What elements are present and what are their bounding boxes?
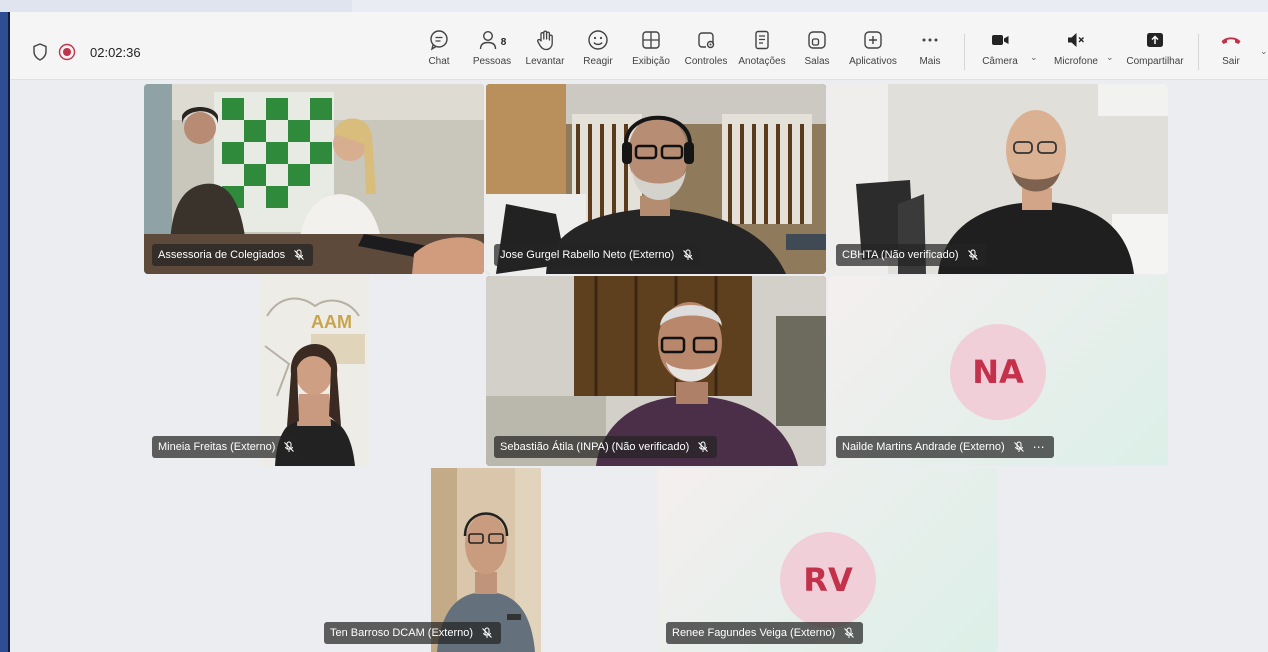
mic-off-icon <box>843 627 855 639</box>
camera-options-chevron-icon[interactable]: ⌄ <box>1030 52 1038 63</box>
participant-tile[interactable]: Assessoria de Colegiados <box>144 84 484 274</box>
hang-up-icon <box>1219 29 1243 56</box>
participant-tile[interactable]: Sebastião Átila (INPA) (Não verificado) <box>486 276 826 466</box>
chat-button[interactable]: Chat <box>422 29 456 67</box>
notes-icon <box>751 29 773 56</box>
camera-button[interactable]: Câmera <box>976 30 1024 67</box>
toolbar-separator <box>1198 34 1199 70</box>
participant-tile[interactable]: CBHTA (Não verificado) <box>828 84 1168 274</box>
rooms-button[interactable]: Salas <box>800 30 834 67</box>
share-icon <box>1144 29 1166 56</box>
raise-hand-button[interactable]: Levantar <box>522 30 568 67</box>
leave-button[interactable]: Sair <box>1216 30 1246 67</box>
meeting-toolbar: 02:02:36 Chat 8 Pessoas Levantar Reagir … <box>10 12 1268 80</box>
camera-icon <box>989 29 1011 56</box>
participant-avatar: NA <box>950 324 1046 420</box>
raise-hand-label: Levantar <box>525 56 565 67</box>
participant-more-icon[interactable]: ⋯ <box>1033 440 1046 454</box>
view-button[interactable]: Exibição <box>630 30 672 67</box>
controls-button[interactable]: Controles <box>682 30 730 67</box>
share-button[interactable]: Compartilhar <box>1124 30 1186 67</box>
desktop-left-edge <box>0 12 10 652</box>
participant-name: Nailde Martins Andrade (Externo) <box>842 441 1005 453</box>
rooms-label: Salas <box>804 56 830 67</box>
participant-tile[interactable]: Jose Gurgel Rabello Neto (Externo) <box>486 84 826 274</box>
microphone-button[interactable]: Microfone <box>1048 30 1104 67</box>
more-icon <box>919 29 941 56</box>
participant-name-tag: CBHTA (Não verificado) <box>836 244 987 266</box>
chat-label: Chat <box>428 56 450 67</box>
view-label: Exibição <box>632 56 670 67</box>
participant-name: Sebastião Átila (INPA) (Não verificado) <box>500 441 690 453</box>
apps-label: Aplicativos <box>849 56 897 67</box>
recording-icon <box>58 43 76 61</box>
notes-label: Anotações <box>738 56 786 67</box>
view-icon <box>640 29 662 56</box>
people-label: Pessoas <box>472 56 512 67</box>
mic-off-icon <box>697 441 709 453</box>
controls-icon <box>695 29 717 56</box>
people-button[interactable]: 8 Pessoas <box>470 30 514 67</box>
chat-icon <box>428 29 450 56</box>
microphone-options-chevron-icon[interactable]: ⌄ <box>1106 52 1114 63</box>
leave-options-chevron-icon[interactable]: ⌄ <box>1260 46 1268 57</box>
desktop-top-bar-left <box>0 0 352 12</box>
react-icon <box>587 29 609 56</box>
meeting-timer: 02:02:36 <box>90 44 141 60</box>
people-count: 8 <box>500 36 507 48</box>
camera-label: Câmera <box>982 56 1018 67</box>
react-button[interactable]: Reagir <box>580 29 616 67</box>
participant-name-tag: Mineia Freitas (Externo) <box>152 436 304 458</box>
mic-off-icon <box>293 249 305 261</box>
notes-button[interactable]: Anotações <box>736 30 788 67</box>
mic-off-icon <box>283 441 295 453</box>
speaker-muted-icon <box>1065 29 1087 56</box>
mic-off-icon <box>967 249 979 261</box>
apps-icon <box>862 29 884 56</box>
mic-off-icon <box>1013 441 1025 453</box>
mic-off-icon <box>682 249 694 261</box>
participant-tile[interactable]: Ten Barroso DCAM (Externo) <box>316 468 656 652</box>
participant-name-tag: Nailde Martins Andrade (Externo) ⋯ <box>836 436 1054 458</box>
participant-name: CBHTA (Não verificado) <box>842 249 959 261</box>
microphone-label: Microfone <box>1054 56 1098 67</box>
participant-name: Renee Fagundes Veiga (Externo) <box>672 627 836 639</box>
meeting-status: 02:02:36 <box>32 42 141 62</box>
video-gallery: Assessoria de Colegiados Jose Gurgel Rab… <box>10 80 1268 652</box>
teams-meeting-window: 02:02:36 Chat 8 Pessoas Levantar Reagir … <box>10 12 1268 652</box>
participant-tile[interactable]: RV Renee Fagundes Veiga (Externo) <box>658 468 998 652</box>
participant-name: Jose Gurgel Rabello Neto (Externo) <box>500 249 675 261</box>
logo-text: AAM <box>311 312 352 332</box>
participant-tile[interactable]: AAM Mineia Freitas (Externo) <box>144 276 484 466</box>
desktop-top-bar <box>0 0 1268 12</box>
participant-name-tag: Jose Gurgel Rabello Neto (Externo) <box>494 244 703 266</box>
participant-name-tag: Assessoria de Colegiados <box>152 244 314 266</box>
react-label: Reagir <box>583 56 613 67</box>
participant-name-tag: Renee Fagundes Veiga (Externo) <box>666 622 864 644</box>
more-button[interactable]: Mais <box>913 30 947 67</box>
participant-name-tag: Sebastião Átila (INPA) (Não verificado) <box>494 436 718 458</box>
leave-label: Sair <box>1222 56 1240 67</box>
participant-tile[interactable]: NA Nailde Martins Andrade (Externo) ⋯ <box>828 276 1168 466</box>
apps-button[interactable]: Aplicativos <box>844 30 902 67</box>
participant-name: Assessoria de Colegiados <box>158 249 286 261</box>
toolbar-separator <box>964 34 965 70</box>
more-label: Mais <box>919 56 941 67</box>
controls-label: Controles <box>684 56 728 67</box>
shield-icon[interactable] <box>32 43 48 61</box>
share-label: Compartilhar <box>1126 56 1184 67</box>
participant-name-tag: Ten Barroso DCAM (Externo) <box>324 622 502 644</box>
rooms-icon <box>806 29 828 56</box>
participant-avatar: RV <box>780 532 876 628</box>
participant-name: Mineia Freitas (Externo) <box>158 441 276 453</box>
participant-name: Ten Barroso DCAM (Externo) <box>330 627 474 639</box>
people-icon <box>478 29 500 56</box>
raise-hand-icon <box>534 29 556 56</box>
mic-off-icon <box>481 627 493 639</box>
